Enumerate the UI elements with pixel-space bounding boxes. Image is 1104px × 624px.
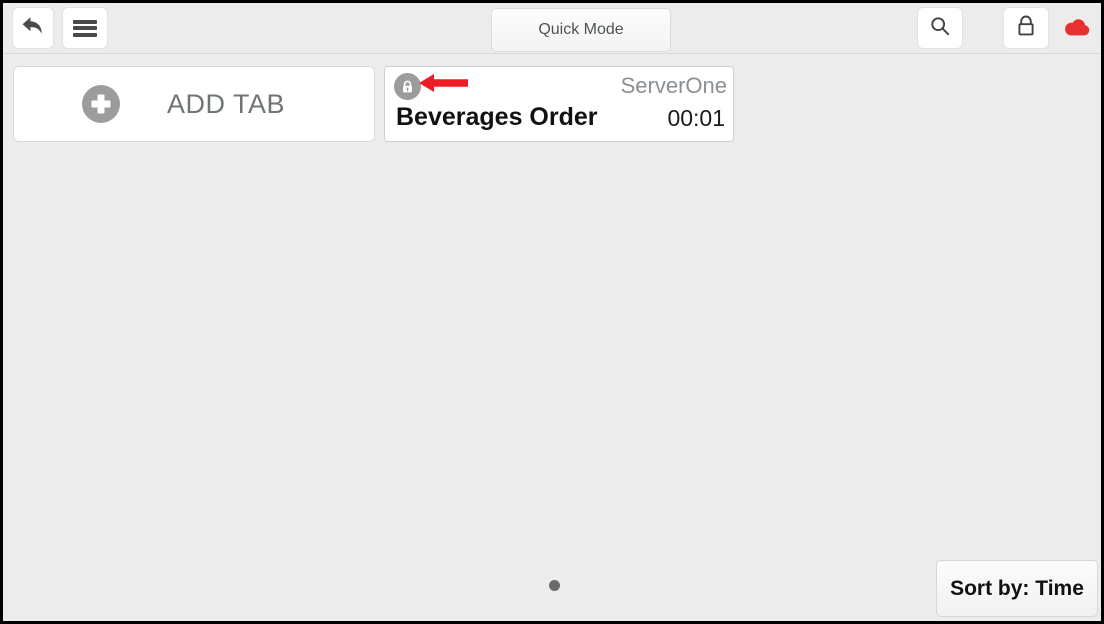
add-tab-button[interactable]: ADD TAB xyxy=(13,66,375,142)
sort-by-label: Sort by: Time xyxy=(950,576,1084,600)
sort-by-button[interactable]: Sort by: Time xyxy=(936,560,1098,617)
search-icon xyxy=(929,15,951,42)
page-indicator-dot[interactable] xyxy=(549,580,560,591)
lock-icon xyxy=(1015,14,1037,43)
search-button[interactable] xyxy=(917,7,963,49)
tab-server-name: ServerOne xyxy=(620,73,727,98)
back-button[interactable] xyxy=(12,7,54,49)
add-tab-label: ADD TAB xyxy=(167,88,286,119)
lock-button[interactable] xyxy=(1003,7,1049,49)
quick-mode-button[interactable]: Quick Mode xyxy=(491,8,671,52)
pos-app-window: Quick Mode ADD TAB ServerOne Beverages O… xyxy=(0,0,1104,624)
cloud-icon xyxy=(1062,16,1092,43)
quick-mode-label: Quick Mode xyxy=(538,21,624,38)
top-toolbar: Quick Mode xyxy=(3,3,1101,54)
back-arrow-icon xyxy=(20,14,46,43)
tab-title: Beverages Order xyxy=(396,103,598,131)
menu-button[interactable] xyxy=(62,7,108,49)
tab-beverages-order[interactable]: ServerOne Beverages Order 00:01 xyxy=(384,66,734,142)
hamburger-menu-icon xyxy=(73,19,97,37)
plus-circle-icon xyxy=(82,85,120,123)
locked-padlock-icon xyxy=(394,73,421,100)
cloud-sync-button[interactable] xyxy=(1055,11,1099,47)
tab-elapsed-time: 00:01 xyxy=(667,105,725,131)
